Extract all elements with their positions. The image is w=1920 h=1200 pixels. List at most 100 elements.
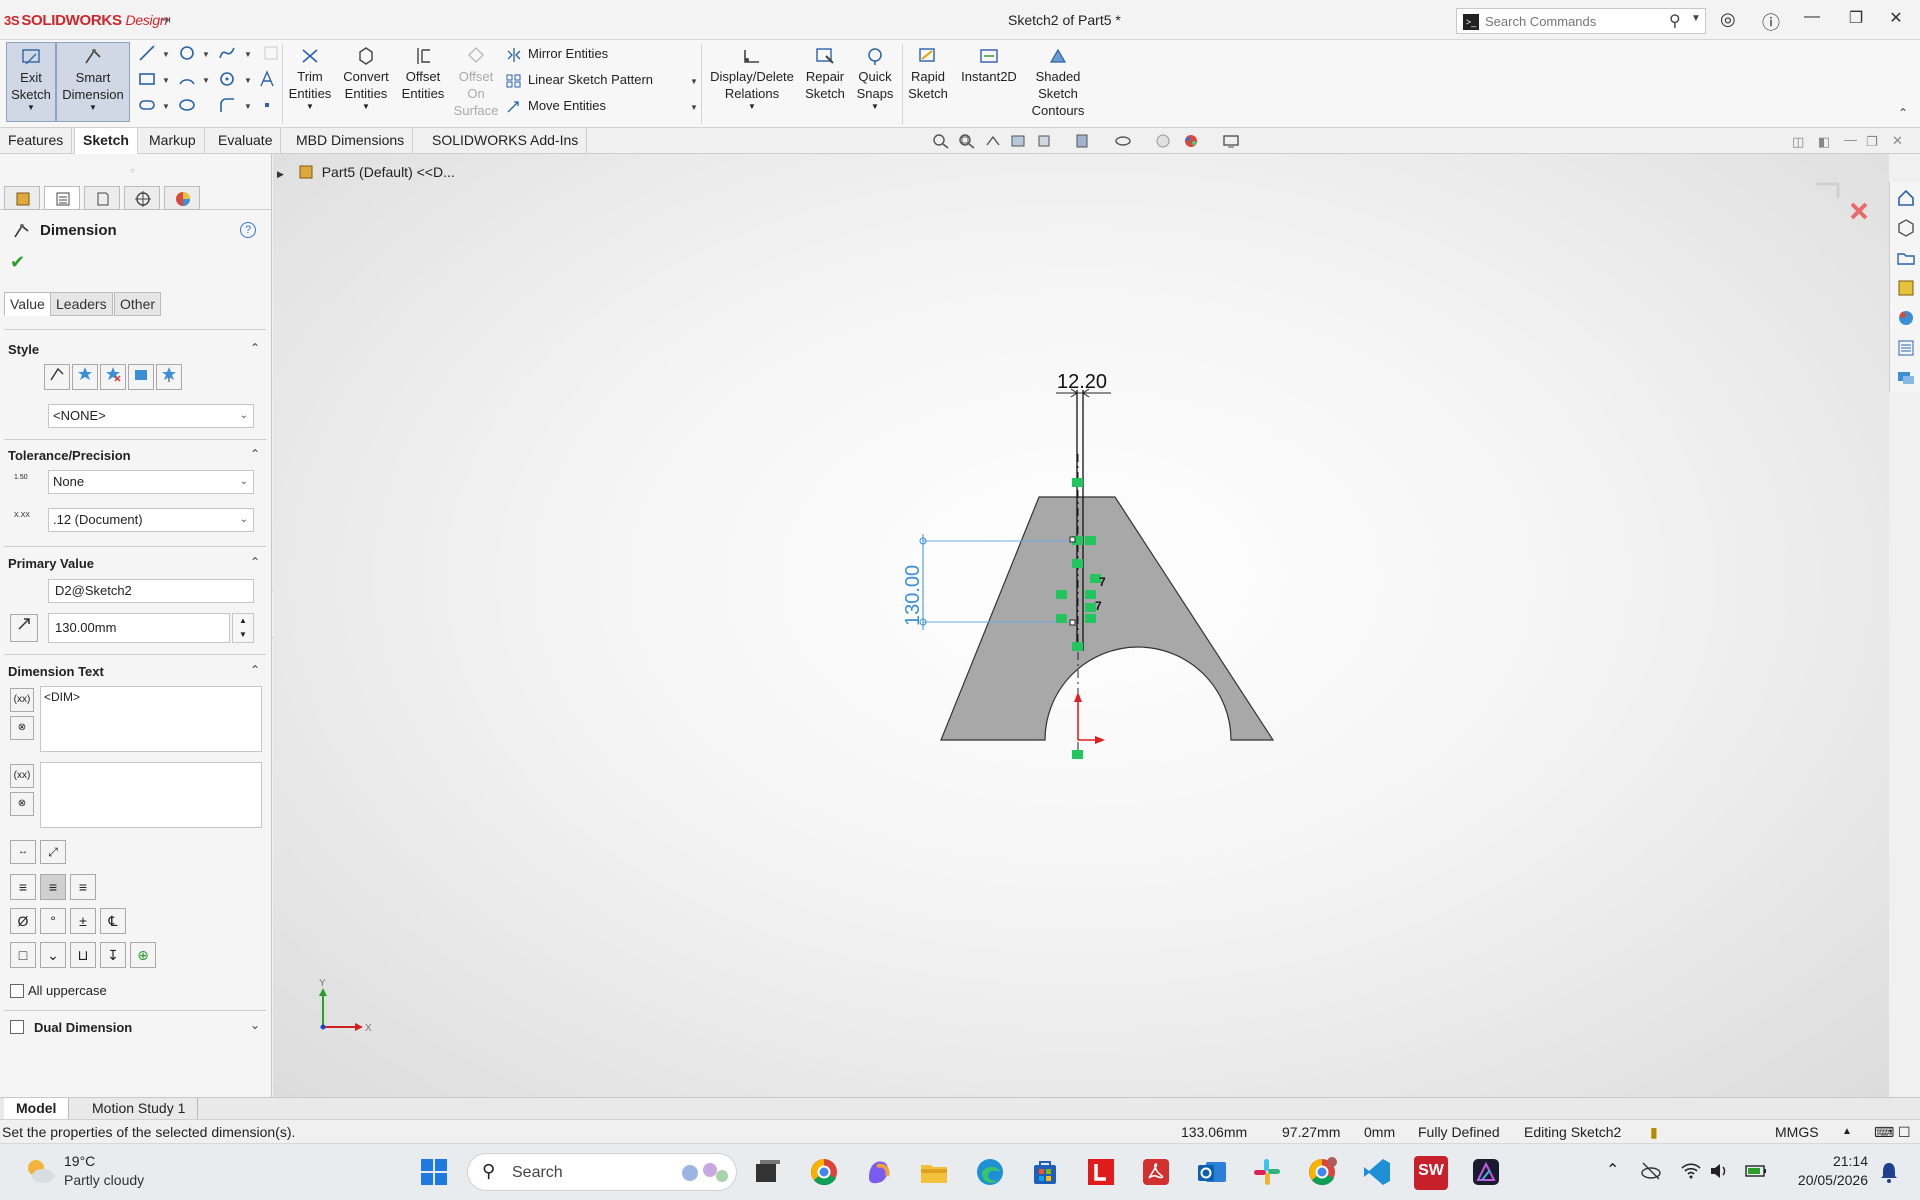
linear-sketch-pattern-button[interactable]: Linear Sketch Pattern (506, 72, 653, 88)
line-dropdown-icon[interactable]: ▼ (162, 50, 170, 59)
close-button[interactable]: ✕ (1884, 8, 1908, 28)
chevron-down-icon[interactable]: ▼ (1691, 13, 1701, 24)
centerline-symbol-button[interactable]: ℄ (100, 908, 126, 934)
wifi-icon[interactable] (1680, 1160, 1702, 1182)
delete-style-button[interactable] (100, 364, 126, 390)
square-symbol-button[interactable]: □ (10, 942, 36, 968)
viewport-split-icon[interactable]: ◫ (1792, 134, 1804, 150)
configurationmanager-tab[interactable] (84, 186, 120, 210)
acrobat-icon[interactable] (1140, 1156, 1172, 1188)
slot-icon[interactable] (138, 96, 156, 114)
repair-sketch-button[interactable]: Repair Sketch (802, 42, 848, 102)
mirror-entities-button[interactable]: Mirror Entities (506, 46, 608, 62)
spin-up-icon[interactable]: ▲ (233, 614, 253, 628)
restore-button[interactable]: ❐ (1844, 8, 1868, 28)
battery-charging-icon[interactable] (1744, 1160, 1768, 1182)
doc-restore-button[interactable]: ❐ (1866, 134, 1878, 150)
display-delete-relations-button[interactable]: Display/Delete Relations ▼ (706, 42, 798, 112)
vscode-icon[interactable] (1361, 1156, 1393, 1188)
displaymanager-tab[interactable] (164, 186, 200, 210)
fillet-dropdown-icon[interactable]: ▼ (244, 102, 252, 111)
dual-dimension-header[interactable]: Dual Dimension (34, 1020, 132, 1035)
help-icon[interactable]: ⓘ (1762, 9, 1780, 35)
spin-down-icon[interactable]: ▼ (233, 628, 253, 642)
tab-markup[interactable]: Markup (141, 128, 205, 154)
unit-system-dropdown-icon[interactable]: ▲ (1842, 1126, 1852, 1137)
pattern-dropdown-icon[interactable]: ▼ (690, 77, 698, 86)
degree-symbol-button[interactable]: ° (40, 908, 66, 934)
tolerance-section-header[interactable]: Tolerance/Precision (8, 448, 131, 463)
quick-snaps-button[interactable]: Quick Snaps ▼ (852, 42, 898, 112)
part-profile[interactable] (940, 496, 1275, 741)
move-entities-button[interactable]: Move Entities (506, 98, 606, 114)
dual-dimension-checkbox[interactable] (10, 1020, 24, 1034)
tab-evaluate[interactable]: Evaluate (210, 128, 282, 154)
relation-marker[interactable] (1056, 614, 1067, 623)
relation-marker[interactable] (1072, 559, 1083, 568)
fillet-icon[interactable] (218, 96, 236, 114)
offset-on-surface-button[interactable]: Offset On Surface (452, 42, 500, 119)
view-settings-icon[interactable] (1222, 133, 1240, 149)
clock-date[interactable]: 20/05/2026 (1786, 1172, 1868, 1188)
subtab-value[interactable]: Value (4, 292, 51, 316)
collapse-ribbon-icon[interactable]: ⌃ (1898, 106, 1908, 120)
move-dropdown-icon[interactable]: ▼ (690, 103, 698, 112)
tolerance-type-select[interactable]: None ⌄ (48, 470, 254, 494)
counterbore-symbol-button[interactable]: ⊔ (70, 942, 96, 968)
style-section-header[interactable]: Style (8, 342, 39, 357)
show-hidden-icons-button[interactable]: ⌃ (1606, 1160, 1619, 1180)
style-select[interactable]: <NONE> ⌄ (48, 404, 254, 428)
apply-scene-icon[interactable] (1182, 133, 1200, 149)
dimension-value-field[interactable]: 130.00mm (48, 613, 230, 643)
previous-view-icon[interactable] (984, 133, 1002, 149)
help-button[interactable]: ? (240, 222, 256, 238)
collapse-primary-value-icon[interactable]: ⌃ (250, 555, 260, 569)
file-explorer-taskbar-icon[interactable] (918, 1156, 950, 1188)
solidworks-taskbar-button[interactable]: SW (1414, 1156, 1448, 1190)
spline-dropdown-icon[interactable]: ▼ (244, 50, 252, 59)
relation-marker[interactable] (1085, 536, 1096, 545)
weather-partly-cloudy-icon[interactable] (24, 1156, 56, 1186)
line-icon[interactable] (138, 44, 156, 62)
featuremanager-tab[interactable] (4, 186, 40, 210)
align-left-button[interactable]: ≡ (10, 874, 36, 900)
weather-temp[interactable]: 19°C (64, 1153, 95, 1169)
doc-minimize-button[interactable]: — (1844, 132, 1857, 147)
smart-dimension-button[interactable]: Smart Dimension ▼ (56, 42, 130, 122)
windows-start-icon[interactable] (418, 1156, 450, 1188)
notification-bell-icon[interactable] (1878, 1160, 1900, 1184)
model-tab[interactable]: Model (4, 1098, 70, 1120)
value-spinner[interactable]: ▲ ▼ (232, 613, 254, 643)
section-view-icon[interactable] (1010, 133, 1028, 149)
circle-dropdown-icon[interactable]: ▼ (202, 50, 210, 59)
affinity-app-icon[interactable] (1470, 1156, 1502, 1188)
rebuild-icon[interactable]: ▮ (1650, 1124, 1658, 1141)
arc-dropdown-icon[interactable]: ▼ (202, 76, 210, 85)
minimize-button[interactable]: — (1800, 8, 1824, 26)
rapid-sketch-button[interactable]: Rapid Sketch (906, 42, 950, 102)
text-justify-angle-button[interactable]: ⤢ (40, 840, 66, 864)
pin-icon[interactable]: ⇥ (160, 12, 171, 28)
edge-icon[interactable] (974, 1156, 1006, 1188)
inspection-dimension-button[interactable]: ⊗ (10, 716, 34, 740)
customize-status-icon[interactable]: ⌨ (1874, 1124, 1894, 1141)
text-icon[interactable] (258, 70, 276, 88)
home-icon[interactable] (1896, 188, 1916, 208)
viewport-tile-icon[interactable]: ◧ (1818, 134, 1830, 150)
ellipse-icon[interactable] (178, 96, 196, 114)
file-explorer-icon[interactable] (1896, 248, 1916, 268)
trim-entities-button[interactable]: Trim Entities ▼ (286, 42, 334, 112)
slot-dropdown-icon[interactable]: ▼ (162, 102, 170, 111)
add-style-button[interactable] (72, 364, 98, 390)
taskbar-search-box[interactable]: ⚲ Search (467, 1153, 737, 1191)
3d-content-central-icon[interactable] (1896, 218, 1916, 238)
arc-icon[interactable] (178, 70, 196, 88)
chrome-icon[interactable] (808, 1156, 840, 1188)
volume-icon[interactable] (1708, 1160, 1730, 1182)
slack-icon[interactable] (1251, 1156, 1283, 1188)
clock-time[interactable]: 21:14 (1830, 1153, 1868, 1169)
user-account-icon[interactable]: ◎ (1720, 9, 1736, 30)
display-style-icon[interactable] (1074, 133, 1092, 149)
relation-marker[interactable] (1056, 590, 1067, 599)
diameter-symbol-button[interactable]: Ø (10, 908, 36, 934)
